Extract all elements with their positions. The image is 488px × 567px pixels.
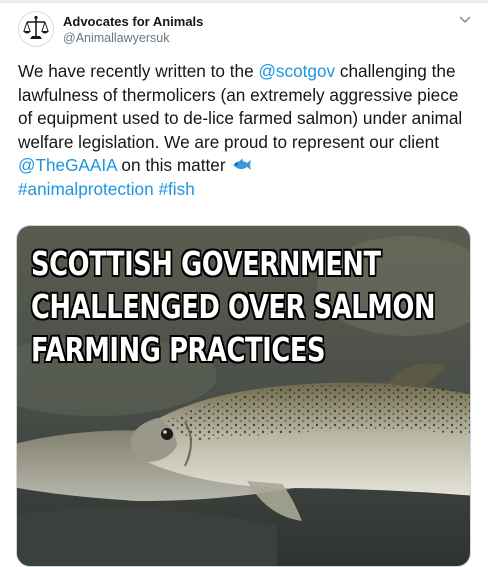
tweet-text-segment: We have recently written to the <box>18 61 259 81</box>
scales-of-justice-avatar-icon <box>23 15 49 39</box>
hashtag-animalprotection[interactable]: #animalprotection <box>18 179 154 199</box>
handle[interactable]: @Animallawyersuk <box>63 30 203 46</box>
mention-thegaaia[interactable]: @TheGAAIA <box>18 155 117 175</box>
headline-line: CHALLENGED OVER SALMON <box>31 287 436 326</box>
avatar[interactable] <box>18 11 54 47</box>
tweet-text-segment: on this matter <box>116 155 231 175</box>
card-top-edge <box>0 0 488 3</box>
display-name[interactable]: Advocates for Animals <box>63 14 203 30</box>
tweet-text: We have recently written to the @scotgov… <box>18 60 474 201</box>
headline-line: FARMING PRACTICES <box>31 330 326 369</box>
mention-scotgov[interactable]: @scotgov <box>258 61 335 81</box>
fish-emoji-icon <box>233 158 252 170</box>
hashtag-fish[interactable]: #fish <box>158 179 194 199</box>
tweet-header: Advocates for Animals @Animallawyersuk <box>18 11 474 51</box>
media-headline: SCOTTISH GOVERNMENT CHALLENGED OVER SALM… <box>31 242 436 371</box>
author-names: Advocates for Animals @Animallawyersuk <box>63 14 203 46</box>
chevron-down-icon[interactable] <box>458 13 472 27</box>
headline-line: SCOTTISH GOVERNMENT <box>31 244 381 283</box>
media-image[interactable]: SCOTTISH GOVERNMENT CHALLENGED OVER SALM… <box>16 225 471 567</box>
